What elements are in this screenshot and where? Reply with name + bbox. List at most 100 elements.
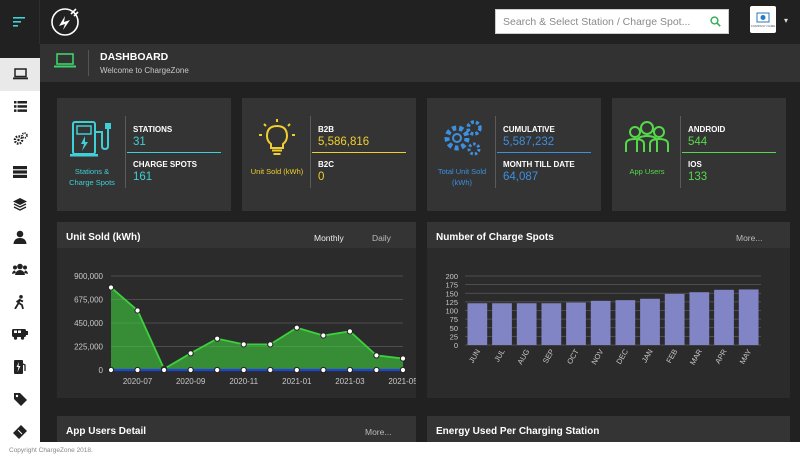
ios-label: IOS <box>688 160 702 169</box>
station-search <box>495 9 729 34</box>
charge-spots-label: CHARGE SPOTS <box>133 160 198 169</box>
sidebar-item-users[interactable] <box>0 253 40 286</box>
card-divider <box>495 116 496 188</box>
hamburger-icon[interactable] <box>0 0 40 44</box>
y-tick-label: 125 <box>445 298 458 307</box>
y-tick-label: 0 <box>454 341 458 350</box>
card-divider <box>125 116 126 188</box>
sidebar-item-layers[interactable] <box>0 188 40 221</box>
ios-value: 133 <box>688 171 708 183</box>
partner-logo[interactable]: COMPANY NAME <box>750 6 776 33</box>
users-group-icon <box>625 121 669 152</box>
data-point <box>187 350 194 357</box>
app-users-card[interactable]: App Users ANDROID 544 IOS 133 <box>612 98 786 211</box>
y-tick-label: 100 <box>445 307 458 316</box>
caret-down-icon[interactable]: ▾ <box>784 16 788 25</box>
data-point <box>240 366 247 374</box>
top-bar: COMPANY NAME ▾ <box>0 0 800 44</box>
data-point <box>240 341 247 348</box>
copyright-text: Copyright ChargeZone 2018. <box>9 447 93 454</box>
lightbulb-icon <box>259 119 295 155</box>
tab-monthly[interactable]: Monthly <box>314 233 344 243</box>
sidebar-item-dashboard[interactable] <box>0 58 40 91</box>
x-tick-label: 2021-05 <box>388 377 416 386</box>
search-input[interactable] <box>496 10 702 33</box>
card-accent-line <box>127 152 221 153</box>
users-icon <box>12 263 28 276</box>
b2b-value: 5,586,816 <box>318 136 370 148</box>
b2b-label: B2B <box>318 125 335 134</box>
sidebar-item-activity[interactable] <box>0 286 40 319</box>
stations-value: 31 <box>133 136 146 148</box>
y-tick-label: 0 <box>99 366 104 375</box>
stations-label: STATIONS <box>133 125 173 134</box>
chargezone-logo[interactable] <box>44 0 86 44</box>
b2c-value: 0 <box>318 171 325 183</box>
panel-title: Unit Sold (kWh) <box>66 232 141 243</box>
more-link[interactable]: More... <box>736 233 762 243</box>
laptop-icon <box>54 53 76 68</box>
sidebar-item-tariffs[interactable] <box>0 383 40 416</box>
cumulative-label: CUMULATIVE <box>503 125 555 134</box>
bar <box>566 302 586 345</box>
user-tie-icon <box>13 230 27 244</box>
stations-card[interactable]: Stations & Charge Spots STATIONS 31 CHAR… <box>57 98 231 211</box>
data-point <box>346 328 354 335</box>
unit-sold-panel: Unit Sold (kWh) Monthly Daily 0 225,000 45… <box>57 222 416 398</box>
sidebar-item-charging[interactable] <box>0 351 40 384</box>
unit-sold-chart: 0 225,000 450,000 675,000 900,000 2020-07 2020… <box>57 248 416 398</box>
sidebar-item-servers[interactable] <box>0 156 40 189</box>
data-point <box>267 341 274 348</box>
b2c-label: B2C <box>318 160 335 169</box>
y-tick-label: 50 <box>450 324 458 333</box>
page-subtitle: Welcome to ChargeZone <box>100 66 189 75</box>
header-divider <box>88 50 89 76</box>
sidebar-item-settings[interactable] <box>0 123 40 156</box>
month-till-date-label: MONTH TILL DATE <box>503 160 575 169</box>
data-point <box>293 366 300 374</box>
data-point <box>160 366 168 374</box>
bar <box>492 303 512 345</box>
card-name-line2: (kWh) <box>452 178 472 187</box>
bar <box>541 303 562 345</box>
data-point <box>346 366 354 374</box>
sidebar-item-user[interactable] <box>0 221 40 254</box>
data-point <box>134 366 141 374</box>
sidebar-item-list[interactable] <box>0 91 40 124</box>
panel-title: App Users Detail <box>66 426 147 437</box>
card-name-line1: Stations & <box>74 167 110 176</box>
gears-icon <box>13 132 28 146</box>
data-point <box>107 366 115 374</box>
bar <box>714 289 734 345</box>
page-header: DASHBOARD Welcome to ChargeZone <box>40 44 800 82</box>
search-icon[interactable] <box>702 10 728 33</box>
total-unit-sold-card[interactable]: Total Unit Sold (kWh) CUMULATIVE 5,587,2… <box>427 98 601 211</box>
data-point <box>214 335 221 342</box>
bar <box>689 292 710 345</box>
tab-daily[interactable]: Daily <box>372 233 391 243</box>
y-tick-label: 75 <box>450 315 458 324</box>
bar <box>467 303 488 345</box>
unit-sold-card[interactable]: Unit Sold (kWh) B2B 5,586,816 B2C 0 <box>242 98 416 211</box>
more-link[interactable]: More... <box>365 427 391 437</box>
data-point <box>107 284 115 291</box>
partner-logo-text: COMPANY NAME <box>750 23 776 28</box>
card-accent-line <box>682 152 776 153</box>
energy-panel: Energy Used Per Charging Station <box>427 416 790 442</box>
data-point <box>373 366 380 374</box>
panel-title: Energy Used Per Charging Station <box>436 426 600 437</box>
x-tick-label: 2021-01 <box>282 377 312 386</box>
sidebar-item-vehicles[interactable] <box>0 318 40 351</box>
android-value: 544 <box>688 136 708 148</box>
partner-logo-mark <box>756 12 770 22</box>
y-tick-label: 25 <box>450 332 458 341</box>
charging-station-icon <box>70 121 111 157</box>
data-point <box>320 366 327 374</box>
fuel-icon <box>14 359 26 374</box>
data-point <box>320 332 327 339</box>
card-name-line1: Total Unit Sold <box>437 167 487 176</box>
y-tick-label: 450,000 <box>74 319 103 328</box>
x-tick-label: 2020-09 <box>176 377 206 386</box>
month-till-date-value: 64,087 <box>503 171 539 183</box>
y-tick-label: 150 <box>445 289 458 298</box>
